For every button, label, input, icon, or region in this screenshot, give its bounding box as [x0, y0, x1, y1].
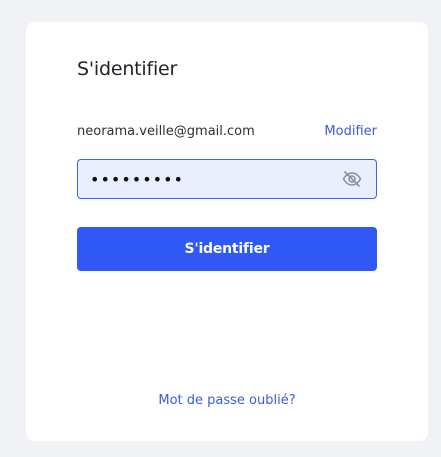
login-card: S'identifier neorama.veille@gmail.com Mo… [26, 22, 428, 441]
page-title: S'identifier [77, 58, 178, 80]
modify-email-link[interactable]: Modifier [324, 124, 377, 139]
sign-in-button[interactable]: S'identifier [77, 227, 377, 271]
password-field-container [77, 159, 377, 199]
forgot-password-link[interactable]: Mot de passe oublié? [26, 393, 428, 408]
email-display: neorama.veille@gmail.com [77, 124, 255, 139]
email-row: neorama.veille@gmail.com Modifier [77, 124, 377, 142]
password-input[interactable] [78, 160, 328, 198]
eye-slash-icon[interactable] [342, 170, 362, 188]
